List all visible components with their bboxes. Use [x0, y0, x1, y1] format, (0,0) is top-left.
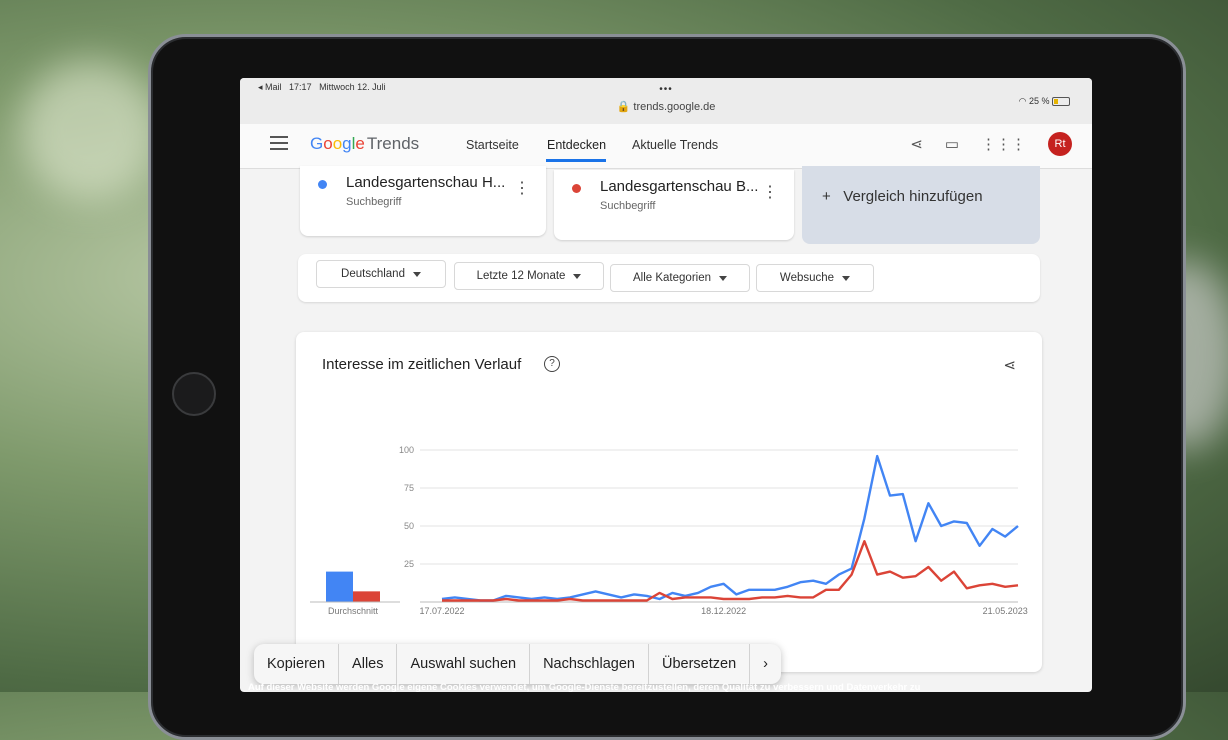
multitask-dots-icon[interactable]: ••• — [240, 84, 1092, 95]
interest-chart: 100 75 50 25 17.07.2022 18.12.2022 21.05.2023 D… — [310, 445, 1028, 616]
battery-icon — [1052, 97, 1070, 107]
battery-percent: 25 % — [1028, 96, 1050, 106]
feedback-icon[interactable]: ▭ — [945, 135, 959, 153]
nav-aktuelle-trends[interactable]: Aktuelle Trends — [632, 138, 718, 152]
search-term-name: Landesgartenschau B... — [600, 178, 759, 195]
add-comparison-button[interactable]: + Vergleich hinzufügen — [802, 166, 1040, 244]
context-select-all[interactable]: Alles — [339, 644, 398, 684]
cookie-notice: Auf dieser Website werden Google eigene … — [248, 682, 921, 692]
chevron-down-icon — [719, 275, 727, 281]
series-line-2 — [442, 540, 1019, 602]
averages-label: Durchschnitt — [328, 606, 379, 616]
series-line-1 — [441, 454, 1019, 602]
search-term-name: Landesgartenschau H... — [346, 174, 506, 191]
more-options-icon[interactable]: ⋮ — [514, 178, 530, 198]
x-tick-label: 17.07.2022 — [419, 606, 464, 616]
trends-app-bar: Google Trends Startseite Entdecken Aktuel… — [240, 124, 1092, 169]
x-tick-label: 21.05.2023 — [983, 606, 1028, 616]
avatar[interactable]: Rt — [1048, 132, 1072, 156]
filter-label: Alle Kategorien — [633, 272, 711, 284]
x-tick-label: 18.12.2022 — [701, 606, 746, 616]
y-tick-label: 50 — [404, 521, 414, 531]
average-bar — [353, 591, 380, 602]
nav-entdecken[interactable]: Entdecken — [547, 138, 606, 152]
lock-icon: 🔒 — [616, 101, 631, 113]
apps-grid-icon[interactable]: ⋮⋮⋮ — [981, 135, 1026, 153]
google-trends-logo[interactable]: Google Trends — [310, 134, 419, 154]
wifi-icon: ◠ — [1018, 96, 1027, 106]
app-bar-actions: ⋖ ▭ ⋮⋮⋮ Rt — [910, 132, 1072, 156]
more-options-icon[interactable]: ⋮ — [762, 182, 778, 202]
filter-timeframe-dropdown[interactable]: Letzte 12 Monate — [454, 262, 604, 290]
context-translate[interactable]: Übersetzen — [649, 644, 751, 684]
active-tab-indicator — [546, 159, 606, 162]
status-right: ◠ 25 % — [1019, 96, 1070, 107]
context-copy[interactable]: Kopieren — [254, 644, 340, 684]
search-term-card-2[interactable]: Landesgartenschau B... Suchbegriff ⋮ — [554, 170, 794, 240]
add-comparison-label: Vergleich hinzufügen — [843, 188, 983, 205]
y-tick-label: 75 — [404, 483, 414, 493]
plus-icon: + — [822, 188, 831, 205]
filter-label: Websuche — [779, 272, 835, 284]
average-bar — [326, 571, 353, 602]
filter-bar: Deutschland Letzte 12 Monate Alle Katego… — [298, 254, 1040, 302]
url-bar[interactable]: 🔒 trends.google.de — [240, 100, 1092, 113]
chevron-down-icon — [842, 275, 851, 281]
status-bar: ◂ Mail 17:17 Mittwoch 12. Juli ••• 🔒 tre… — [240, 78, 1092, 124]
chevron-down-icon — [412, 271, 421, 277]
card-title: Interesse im zeitlichen Verlauf — [322, 356, 522, 373]
background-blur — [20, 60, 160, 200]
nav-startseite[interactable]: Startseite — [466, 138, 519, 152]
chevron-down-icon — [573, 273, 582, 279]
search-term-type: Suchbegriff — [600, 200, 656, 212]
search-term-card-1[interactable]: Landesgartenschau H... Suchbegriff ⋮ — [300, 166, 546, 236]
home-button[interactable] — [172, 372, 216, 416]
filter-region-dropdown[interactable]: Deutschland — [316, 260, 446, 288]
filter-label: Deutschland — [341, 268, 405, 280]
search-term-type: Suchbegriff — [346, 196, 402, 208]
tablet-screen: ◂ Mail 17:17 Mittwoch 12. Juli ••• 🔒 tre… — [240, 78, 1092, 692]
share-icon[interactable]: ⋖ — [910, 135, 923, 153]
y-tick-label: 25 — [404, 559, 414, 569]
context-look-up[interactable]: Nachschlagen — [530, 644, 649, 684]
context-more-chevron-icon[interactable]: › — [750, 644, 781, 684]
series-color-dot — [318, 180, 327, 189]
filter-search-type-dropdown[interactable]: Websuche — [756, 264, 874, 292]
filter-category-dropdown[interactable]: Alle Kategorien — [610, 264, 750, 292]
y-tick-label: 100 — [399, 445, 414, 455]
hamburger-menu-icon[interactable] — [270, 136, 288, 150]
help-icon[interactable]: ? — [544, 356, 560, 372]
filter-label: Letzte 12 Monate — [476, 270, 566, 282]
text-selection-context-menu: Kopieren Alles Auswahl suchen Nachschlag… — [254, 644, 781, 684]
context-search-selection[interactable]: Auswahl suchen — [397, 644, 531, 684]
series-color-dot — [572, 184, 581, 193]
interest-over-time-card: Interesse im zeitlichen Verlauf ? ⋖ 100 7… — [296, 332, 1042, 672]
url-text: trends.google.de — [633, 101, 716, 113]
